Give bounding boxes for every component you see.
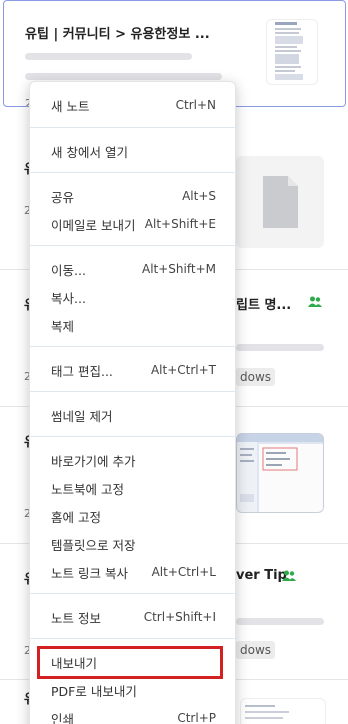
note-snippet-line (25, 53, 192, 60)
menu-separator (30, 245, 237, 246)
menu-item-label: 복제 (51, 318, 75, 334)
note-title: 유팁 | 커뮤니티 > 유용한정보 ... (25, 27, 210, 42)
menu-item-open-new-window[interactable]: 새 창에서 열기 (30, 138, 237, 164)
note-snippet-line (25, 73, 222, 80)
note-title-tail: 립트 명... (236, 298, 292, 313)
menu-item-label: 노트 링크 복사 (51, 565, 128, 581)
menu-separator (30, 346, 237, 347)
menu-item-label: 템플릿으로 저장 (51, 537, 136, 553)
note-thumbnail (236, 433, 324, 513)
note-thumbnail (266, 19, 318, 85)
menu-separator (30, 172, 237, 173)
menu-separator (30, 391, 237, 392)
menu-separator (30, 593, 237, 594)
menu-separator (30, 638, 237, 639)
menu-item-label: 새 노트 (51, 98, 90, 114)
menu-separator (30, 127, 237, 128)
menu-item-shortcut: Ctrl+N (175, 98, 216, 112)
menu-item-label: 새 창에서 열기 (51, 144, 128, 160)
note-context-menu: 새 노트 Ctrl+N 새 창에서 열기 공유 Alt+S 이메일로 보내기 A… (29, 81, 237, 724)
menu-item-shortcut: Alt+Ctrl+L (151, 565, 216, 579)
menu-item-add-shortcut[interactable]: 바로가기에 추가 (30, 447, 237, 473)
menu-item-label: 노트 정보 (51, 610, 101, 626)
note-tag[interactable]: dows (236, 641, 276, 659)
menu-item-save-template[interactable]: 템플릿으로 저장 (30, 531, 237, 557)
menu-item-label: 인쇄 (51, 711, 75, 724)
menu-item-pin-home[interactable]: 홈에 고정 (30, 503, 237, 529)
menu-item-label: PDF로 내보내기 (51, 683, 137, 699)
menu-item-copy[interactable]: 복사... (30, 284, 237, 310)
menu-item-shortcut: Ctrl+Shift+I (143, 610, 216, 624)
menu-item-label: 이메일로 보내기 (51, 217, 136, 233)
menu-item-label: 내보내기 (51, 655, 98, 671)
note-snippet-line (236, 618, 324, 625)
menu-item-shortcut: Alt+Shift+M (142, 262, 216, 276)
menu-item-shortcut: Ctrl+P (177, 711, 216, 724)
menu-item-label: 공유 (51, 189, 75, 205)
menu-item-label: 복사... (51, 290, 86, 306)
menu-item-pin-notebook[interactable]: 노트북에 고정 (30, 475, 237, 501)
shared-icon (282, 570, 296, 581)
file-icon (263, 176, 298, 228)
menu-item-new-note[interactable]: 새 노트 Ctrl+N (30, 92, 237, 118)
menu-item-label: 노트북에 고정 (51, 481, 124, 497)
note-thumbnail (240, 698, 326, 724)
note-title-tail: ver Tip (236, 568, 287, 583)
shared-icon (308, 296, 322, 307)
menu-item-shortcut: Alt+S (182, 189, 216, 203)
menu-item-export[interactable]: 내보내기 (30, 649, 237, 675)
menu-item-label: 이동... (51, 262, 86, 278)
menu-item-email[interactable]: 이메일로 보내기 Alt+Shift+E (30, 211, 237, 237)
menu-item-label: 썸네일 제거 (51, 408, 113, 424)
menu-item-label: 홈에 고정 (51, 509, 101, 525)
menu-item-share[interactable]: 공유 Alt+S (30, 183, 237, 209)
menu-item-note-info[interactable]: 노트 정보 Ctrl+Shift+I (30, 604, 237, 630)
note-snippet-line (236, 344, 324, 351)
menu-item-duplicate[interactable]: 복제 (30, 312, 237, 338)
menu-item-label: 태그 편집... (51, 363, 113, 379)
menu-item-print[interactable]: 인쇄 Ctrl+P (30, 705, 237, 724)
menu-item-copy-note-link[interactable]: 노트 링크 복사 Alt+Ctrl+L (30, 559, 237, 585)
menu-item-shortcut: Alt+Shift+E (144, 217, 216, 231)
menu-item-export-pdf[interactable]: PDF로 내보내기 (30, 677, 237, 703)
menu-separator (30, 436, 237, 437)
menu-item-label: 바로가기에 추가 (51, 453, 136, 469)
menu-item-move[interactable]: 이동... Alt+Shift+M (30, 256, 237, 282)
note-tag[interactable]: dows (236, 368, 276, 386)
note-thumbnail (236, 156, 324, 248)
menu-item-shortcut: Alt+Ctrl+T (150, 363, 216, 377)
menu-item-remove-thumbnail[interactable]: 썸네일 제거 (30, 402, 237, 428)
menu-item-edit-tags[interactable]: 태그 편집... Alt+Ctrl+T (30, 357, 237, 383)
